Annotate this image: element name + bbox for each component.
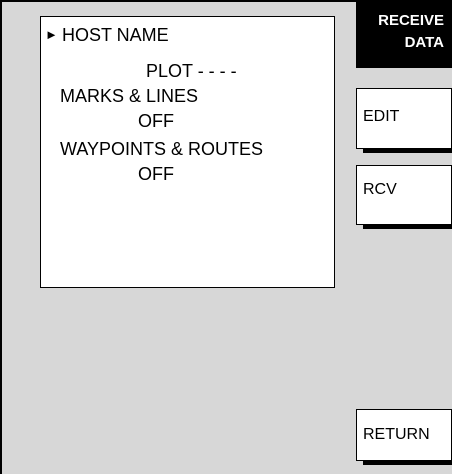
receive-data-button[interactable]: RECEIVE DATA <box>356 0 452 68</box>
rcv-button-label: RCV <box>363 181 397 198</box>
host-name-label[interactable]: HOST NAME <box>62 25 169 45</box>
edit-button-label: EDIT <box>363 108 400 125</box>
return-button-label: RETURN <box>363 426 430 443</box>
edit-button[interactable]: EDIT <box>356 88 452 153</box>
waypoints-routes-label[interactable]: WAYPOINTS & ROUTES <box>60 139 263 159</box>
marks-lines-label[interactable]: MARKS & LINES <box>60 86 198 106</box>
display-screen: ► HOST NAME PLOT - - - - MARKS & LINES O… <box>0 0 452 474</box>
host-name-value[interactable]: PLOT - - - - <box>146 61 237 81</box>
cursor-arrow-icon: ► <box>45 27 58 42</box>
rcv-button[interactable]: RCV <box>356 165 452 229</box>
receive-data-label-line1: RECEIVE <box>378 12 444 29</box>
waypoints-routes-value[interactable]: OFF <box>138 164 174 184</box>
return-button[interactable]: RETURN <box>356 409 452 465</box>
receive-data-panel: ► HOST NAME PLOT - - - - MARKS & LINES O… <box>40 16 335 288</box>
marks-lines-value[interactable]: OFF <box>138 111 174 131</box>
receive-data-label-line2: DATA <box>404 34 444 51</box>
